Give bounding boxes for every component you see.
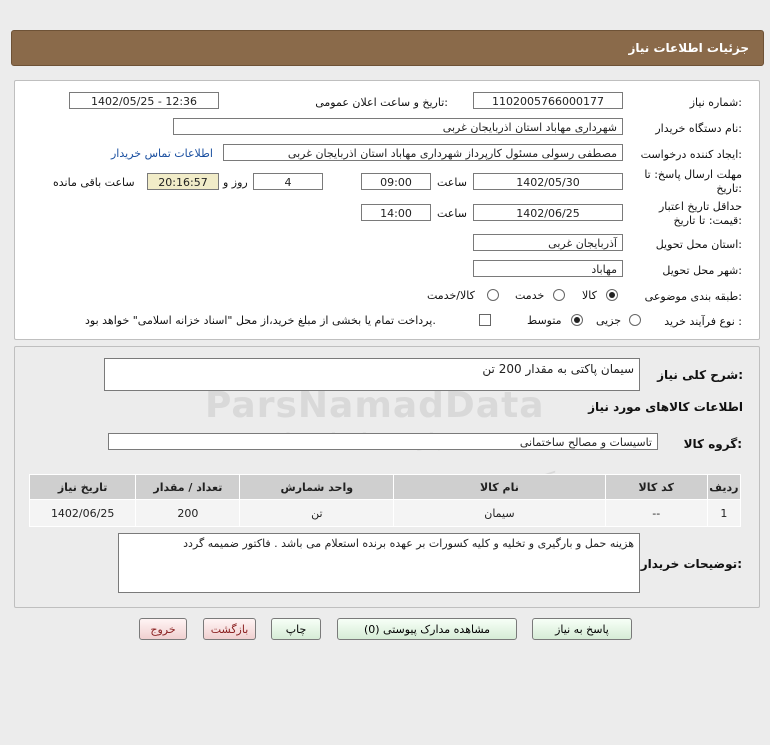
validity-time-label: ساعت bbox=[437, 207, 467, 220]
province-field: آذربایجان غربی bbox=[473, 234, 623, 251]
print-button[interactable]: چاپ bbox=[271, 618, 321, 640]
table-row: 1 -- سیمان تن 200 1402/06/25 bbox=[28, 499, 742, 527]
col-code: کد کالا bbox=[604, 474, 708, 500]
payment-note: پرداخت تمام یا بخشی از مبلغ خرید،از محل … bbox=[85, 314, 436, 327]
process-label: نوع فرآیند خرید : bbox=[664, 315, 742, 328]
deadline-time-label: ساعت bbox=[437, 176, 467, 189]
col-name: نام کالا bbox=[393, 474, 606, 500]
col-row: ردیف bbox=[706, 474, 742, 500]
province-label: استان محل تحویل: bbox=[655, 238, 742, 251]
city-field: مهاباد bbox=[473, 260, 623, 277]
buyer-org-field: شهرداری مهاباد استان اذربایجان غربی bbox=[173, 118, 623, 135]
process-option-medium: متوسط bbox=[527, 314, 562, 327]
attachments-button[interactable]: مشاهده مدارک پیوستی (0) bbox=[337, 618, 517, 640]
process-radio-medium[interactable] bbox=[571, 314, 583, 326]
need-number-field: 1102005766000177 bbox=[473, 92, 623, 109]
buyer-org-label: نام دستگاه خریدار: bbox=[655, 122, 742, 135]
process-option-minor: جزیی bbox=[596, 314, 622, 327]
category-radio-service[interactable] bbox=[553, 289, 565, 301]
need-description-field: سیمان پاکتی به مقدار 200 تن bbox=[104, 358, 640, 391]
announce-field: 1402/05/25 - 12:36 bbox=[69, 92, 219, 109]
need-description-label: شرح کلی نیاز: bbox=[657, 368, 743, 382]
cell-code: -- bbox=[604, 499, 708, 527]
creator-label: ایجاد کننده درخواست: bbox=[640, 148, 742, 161]
validity-date-field: 1402/06/25 bbox=[473, 204, 623, 221]
remaining-label: ساعت باقی مانده bbox=[53, 176, 135, 189]
goods-group-label: گروه کالا: bbox=[683, 437, 742, 451]
table-header-row: ردیف کد کالا نام کالا واحد شمارش تعداد /… bbox=[28, 474, 742, 500]
category-option-goods-service: کالا/خدمت bbox=[427, 289, 475, 302]
category-option-service: خدمت bbox=[515, 289, 545, 302]
deadline-label: مهلت ارسال پاسخ: تا bbox=[644, 168, 742, 181]
deadline-date-field: 1402/05/30 bbox=[473, 173, 623, 190]
col-unit: واحد شمارش bbox=[239, 474, 395, 500]
deadline-time-field: 09:00 bbox=[361, 173, 431, 190]
city-label: شهر محل تحویل: bbox=[662, 264, 742, 277]
category-radio-goods[interactable] bbox=[606, 289, 618, 301]
creator-field: مصطفی رسولی مسئول کارپرداز شهرداری مهابا… bbox=[223, 144, 623, 161]
exit-button[interactable]: خروج bbox=[139, 618, 187, 640]
deadline-label-date: تاریخ: bbox=[716, 182, 742, 195]
remaining-time-field: 20:16:57 bbox=[147, 173, 219, 190]
reply-button[interactable]: پاسخ به نیاز bbox=[532, 618, 632, 640]
days-label: روز و bbox=[223, 176, 248, 189]
cell-row: 1 bbox=[706, 499, 742, 527]
cell-name: سیمان bbox=[393, 499, 606, 527]
goods-table: ردیف کد کالا نام کالا واحد شمارش تعداد /… bbox=[28, 474, 742, 527]
validity-time-field: 14:00 bbox=[361, 204, 431, 221]
announce-label: تاریخ و ساعت اعلان عمومی: bbox=[315, 96, 448, 109]
category-option-goods: کالا bbox=[582, 289, 597, 302]
col-quantity: تعداد / مقدار bbox=[135, 474, 241, 500]
cell-need-date: 1402/06/25 bbox=[28, 499, 137, 527]
payment-checkbox[interactable] bbox=[479, 314, 491, 326]
validity-label: حداقل تاریخ اعتبار bbox=[658, 200, 742, 213]
cell-unit: تن bbox=[239, 499, 395, 527]
process-radio-minor[interactable] bbox=[629, 314, 641, 326]
need-number-label: شماره نیاز: bbox=[689, 96, 742, 109]
cell-quantity: 200 bbox=[135, 499, 241, 527]
buyer-notes-field: هزینه حمل و بارگیری و تخلیه و کلیه کسورا… bbox=[118, 533, 640, 593]
back-button[interactable]: بازگشت bbox=[203, 618, 256, 640]
page-header: جزئیات اطلاعات نیاز bbox=[11, 30, 764, 66]
validity-label-date: قیمت: تا تاریخ: bbox=[673, 214, 742, 227]
buyer-notes-label: توضیحات خریدار: bbox=[640, 557, 742, 571]
page-title: جزئیات اطلاعات نیاز bbox=[628, 41, 749, 55]
col-need-date: تاریخ نیاز bbox=[28, 474, 137, 500]
contact-buyer-link[interactable]: اطلاعات تماس خریدار bbox=[111, 147, 213, 160]
category-label: طبقه بندی موضوعی: bbox=[644, 290, 742, 303]
days-field: 4 bbox=[253, 173, 323, 190]
goods-info-heading: اطلاعات کالاهای مورد نیاز bbox=[588, 400, 743, 414]
category-radio-goods-service[interactable] bbox=[487, 289, 499, 301]
goods-group-field: تاسیسات و مصالح ساختمانی bbox=[108, 433, 658, 450]
